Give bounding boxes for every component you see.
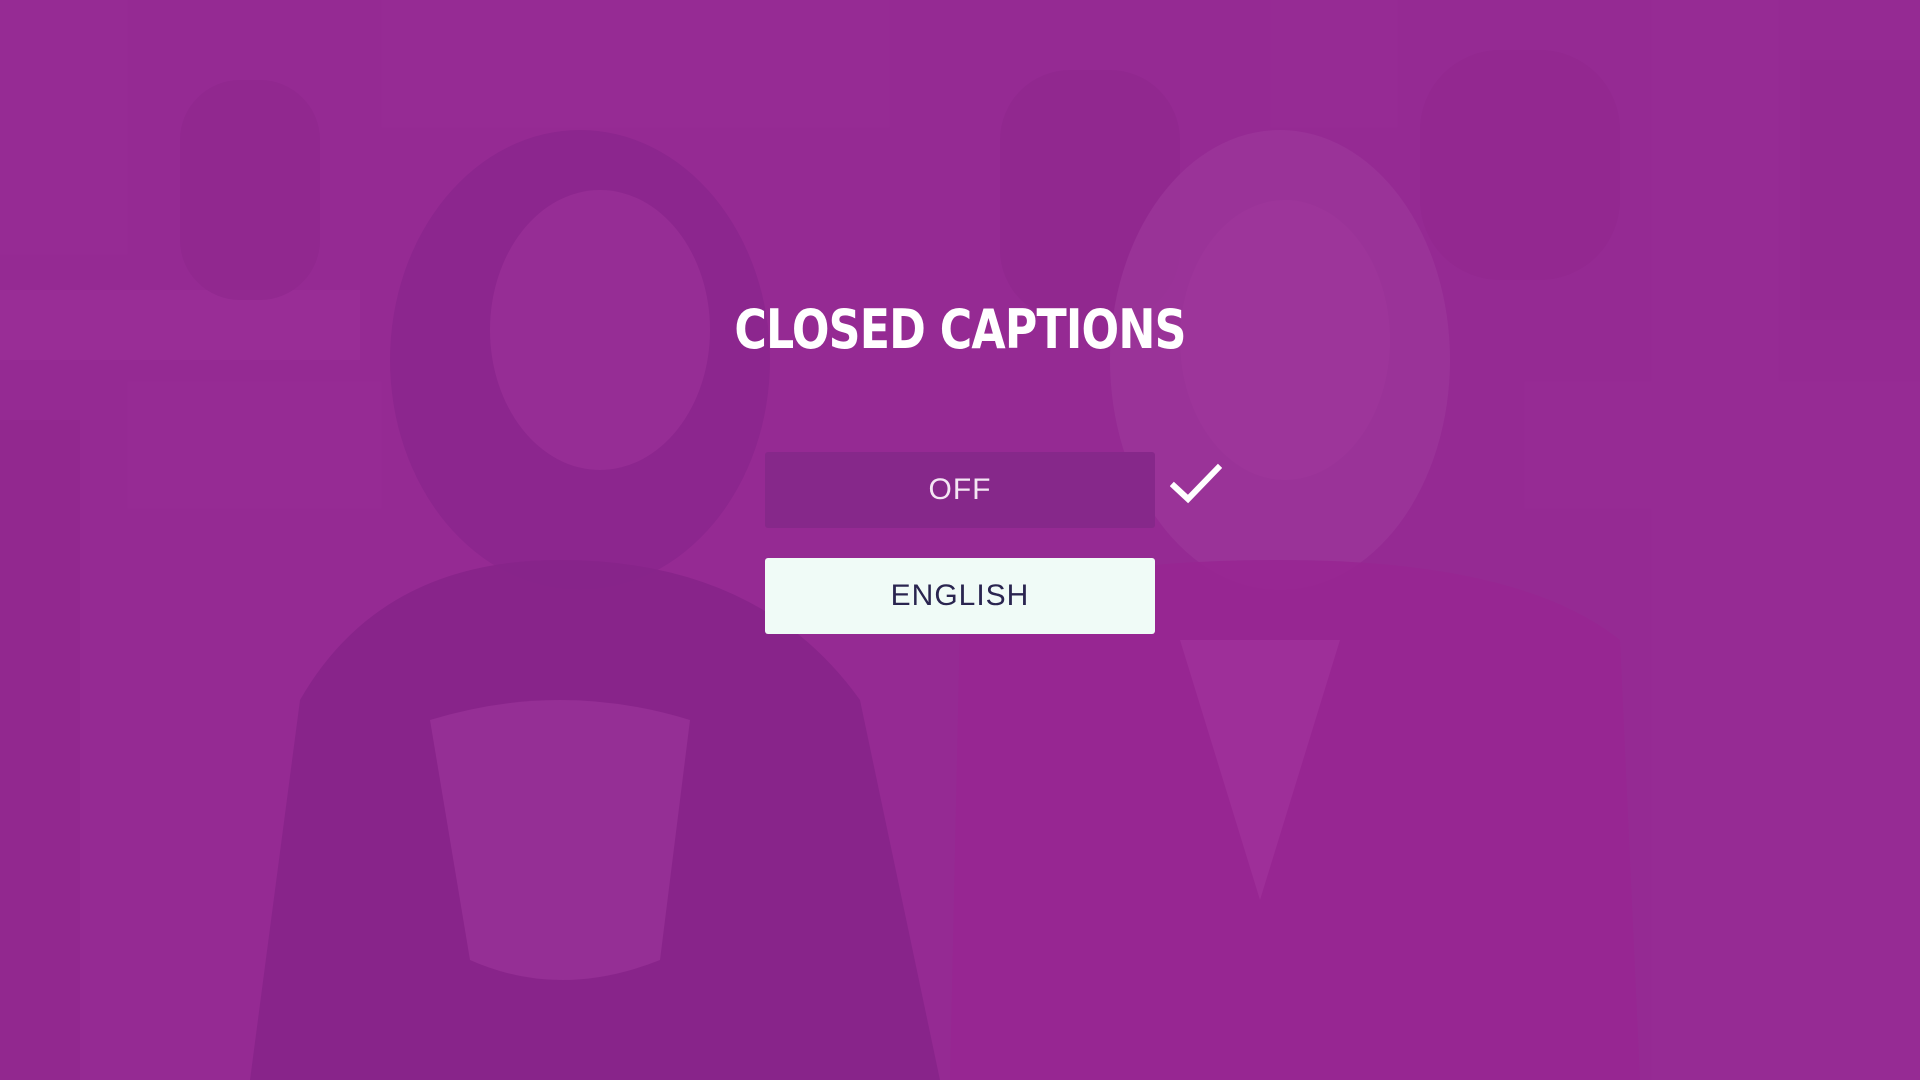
purple-overlay bbox=[0, 0, 1920, 1080]
caption-option-english[interactable]: ENGLISH bbox=[765, 558, 1155, 634]
background-video-frame bbox=[0, 0, 1920, 1080]
checkmark-icon bbox=[1170, 463, 1222, 504]
caption-option-off[interactable]: OFF bbox=[765, 452, 1155, 528]
dialog-title: CLOSED CAPTIONS bbox=[734, 298, 1186, 361]
